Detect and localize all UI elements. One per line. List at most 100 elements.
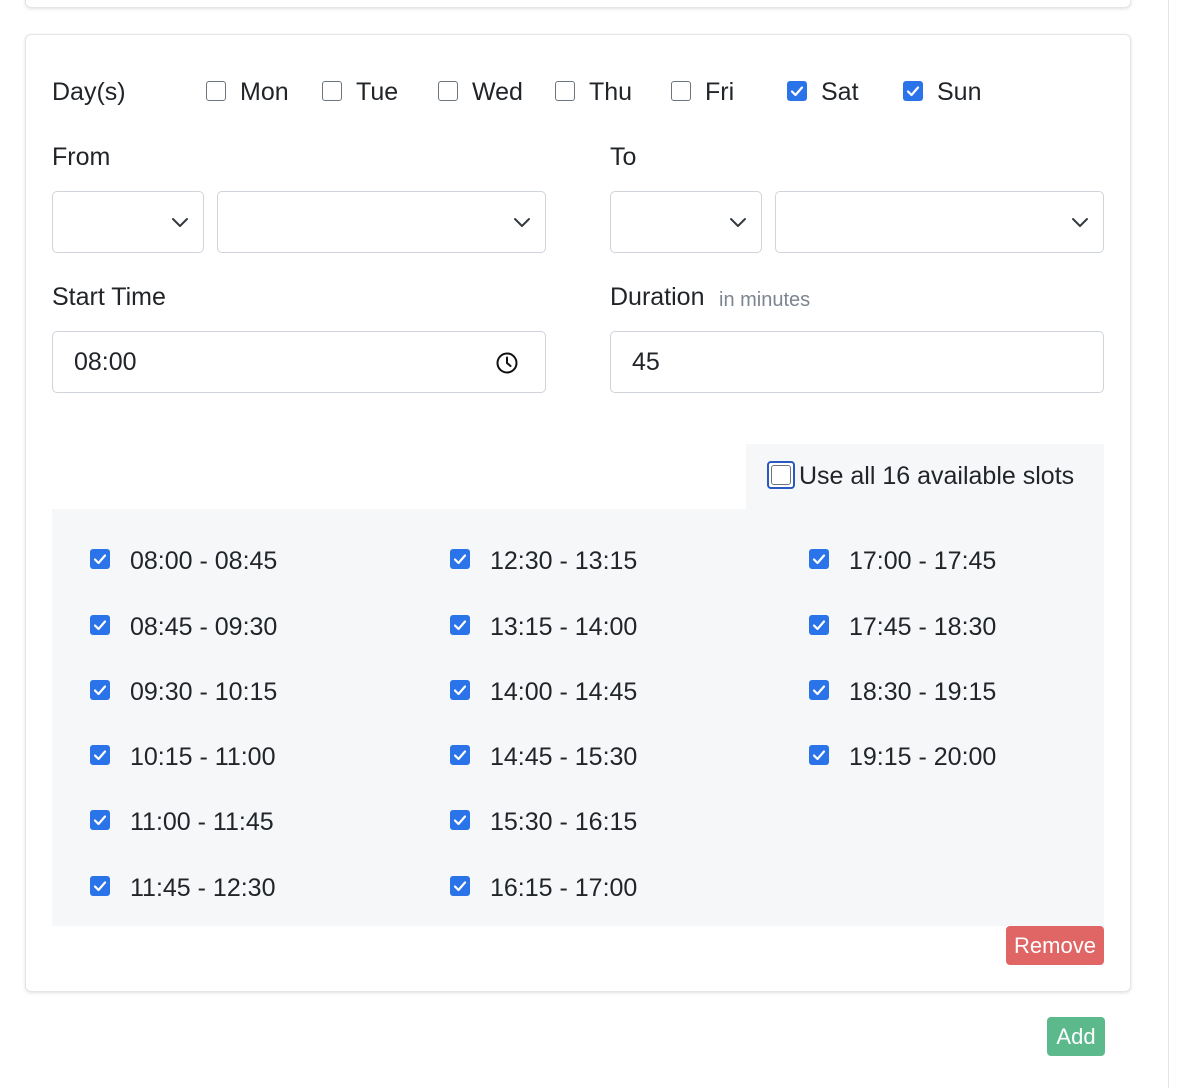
start-time-value: 08:00 — [74, 348, 137, 376]
slot-item[interactable]: 19:15 - 20:00 — [809, 742, 1109, 772]
slot-checkbox[interactable] — [450, 549, 470, 569]
start-time-label: Start Time — [52, 283, 166, 311]
slot-label: 14:45 - 15:30 — [490, 743, 638, 771]
from-label: From — [52, 143, 111, 171]
duration-hint: in minutes — [719, 289, 811, 311]
slot-checkbox[interactable] — [809, 745, 829, 765]
slot-checkbox[interactable] — [450, 615, 470, 635]
day-thu-checkbox[interactable] — [555, 81, 575, 101]
slot-item[interactable]: 13:15 - 14:00 — [450, 612, 750, 642]
check-icon — [812, 750, 826, 761]
day-fri-checkbox[interactable] — [671, 81, 691, 101]
slot-label: 17:00 - 17:45 — [849, 547, 997, 575]
check-icon — [453, 685, 467, 696]
check-icon — [93, 685, 107, 696]
slot-checkbox[interactable] — [90, 549, 110, 569]
use-all-slots-label: Use all 16 available slots — [799, 462, 1075, 490]
slot-label: 14:00 - 14:45 — [490, 678, 638, 706]
slot-label: 11:00 - 11:45 — [130, 808, 274, 836]
check-icon — [453, 881, 467, 892]
duration-label: Duration — [610, 283, 705, 311]
check-icon — [93, 881, 107, 892]
slot-label: 10:15 - 11:00 — [130, 743, 276, 771]
check-icon — [812, 685, 826, 696]
slot-item[interactable]: 17:00 - 17:45 — [809, 546, 1109, 576]
duration-value: 45 — [632, 348, 660, 376]
to-label: To — [610, 143, 637, 171]
slot-label: 19:15 - 20:00 — [849, 743, 997, 771]
slot-label: 08:45 - 09:30 — [130, 613, 278, 641]
start-time-input[interactable]: 08:00 — [52, 331, 546, 393]
slot-checkbox[interactable] — [809, 549, 829, 569]
check-icon — [453, 815, 467, 826]
check-icon — [93, 815, 107, 826]
use-all-slots-checkbox[interactable] — [767, 461, 795, 489]
slot-checkbox[interactable] — [450, 745, 470, 765]
clock-icon[interactable] — [495, 351, 519, 375]
slot-checkbox[interactable] — [90, 680, 110, 700]
slot-checkbox[interactable] — [450, 876, 470, 896]
check-icon — [453, 620, 467, 631]
chevron-down-icon — [730, 218, 746, 227]
to-month-select[interactable] — [610, 191, 762, 253]
days-label: Day(s) — [52, 78, 126, 106]
slot-item[interactable]: 08:45 - 09:30 — [90, 612, 390, 642]
slot-item[interactable]: 10:15 - 11:00 — [90, 742, 390, 772]
to-day-select[interactable] — [775, 191, 1104, 253]
duration-input[interactable]: 45 — [610, 331, 1104, 393]
check-icon — [93, 620, 107, 631]
slot-label: 13:15 - 14:00 — [490, 613, 638, 641]
slot-checkbox[interactable] — [90, 745, 110, 765]
slot-item[interactable]: 08:00 - 08:45 — [90, 546, 390, 576]
slot-item[interactable]: 15:30 - 16:15 — [450, 807, 750, 837]
slot-label: 08:00 - 08:45 — [130, 547, 278, 575]
add-button[interactable]: Add — [1047, 1017, 1105, 1056]
chevron-down-icon — [172, 218, 188, 227]
day-tue-checkbox[interactable] — [322, 81, 342, 101]
check-icon — [812, 554, 826, 565]
slot-label: 18:30 - 19:15 — [849, 678, 997, 706]
slot-label: 11:45 - 12:30 — [130, 874, 276, 902]
slot-item[interactable]: 14:00 - 14:45 — [450, 677, 750, 707]
from-month-select[interactable] — [52, 191, 204, 253]
slot-checkbox[interactable] — [90, 876, 110, 896]
day-tue-label: Tue — [356, 78, 399, 106]
slot-checkbox[interactable] — [809, 615, 829, 635]
remove-button[interactable]: Remove — [1006, 926, 1104, 965]
day-thu-label: Thu — [589, 78, 633, 106]
day-wed-checkbox[interactable] — [438, 81, 458, 101]
slot-item[interactable]: 09:30 - 10:15 — [90, 677, 390, 707]
day-sat-label: Sat — [821, 78, 859, 106]
day-sun-checkbox[interactable] — [903, 81, 923, 101]
slot-label: 16:15 - 17:00 — [490, 874, 638, 902]
day-wed-label: Wed — [472, 78, 523, 106]
slot-checkbox[interactable] — [90, 810, 110, 830]
slot-label: 17:45 - 18:30 — [849, 613, 997, 641]
slots-panel: 08:00 - 08:45 08:45 - 09:30 09:30 - 10:15 1… — [52, 509, 1104, 926]
use-all-slots-toggle[interactable]: Use all 16 available slots — [746, 444, 1104, 510]
slot-label: 15:30 - 16:15 — [490, 808, 638, 836]
check-icon — [453, 554, 467, 565]
slot-item[interactable]: 11:45 - 12:30 — [90, 873, 390, 903]
slot-item[interactable]: 12:30 - 13:15 — [450, 546, 750, 576]
check-icon — [93, 554, 107, 565]
slot-item[interactable]: 18:30 - 19:15 — [809, 677, 1109, 707]
slot-checkbox[interactable] — [809, 680, 829, 700]
chevron-down-icon — [1072, 218, 1088, 227]
slot-checkbox[interactable] — [450, 680, 470, 700]
check-icon — [453, 750, 467, 761]
check-icon — [812, 620, 826, 631]
day-sun-label: Sun — [937, 78, 982, 106]
day-mon-checkbox[interactable] — [206, 81, 226, 101]
slot-checkbox[interactable] — [90, 615, 110, 635]
check-icon — [790, 86, 804, 97]
slot-checkbox[interactable] — [450, 810, 470, 830]
day-sat-checkbox[interactable] — [787, 81, 807, 101]
slot-item[interactable]: 17:45 - 18:30 — [809, 612, 1109, 642]
slot-item[interactable]: 14:45 - 15:30 — [450, 742, 750, 772]
slot-item[interactable]: 11:00 - 11:45 — [90, 807, 390, 837]
scroll-divider — [1168, 0, 1169, 1088]
day-mon-label: Mon — [240, 78, 289, 106]
from-day-select[interactable] — [217, 191, 546, 253]
slot-item[interactable]: 16:15 - 17:00 — [450, 873, 750, 903]
